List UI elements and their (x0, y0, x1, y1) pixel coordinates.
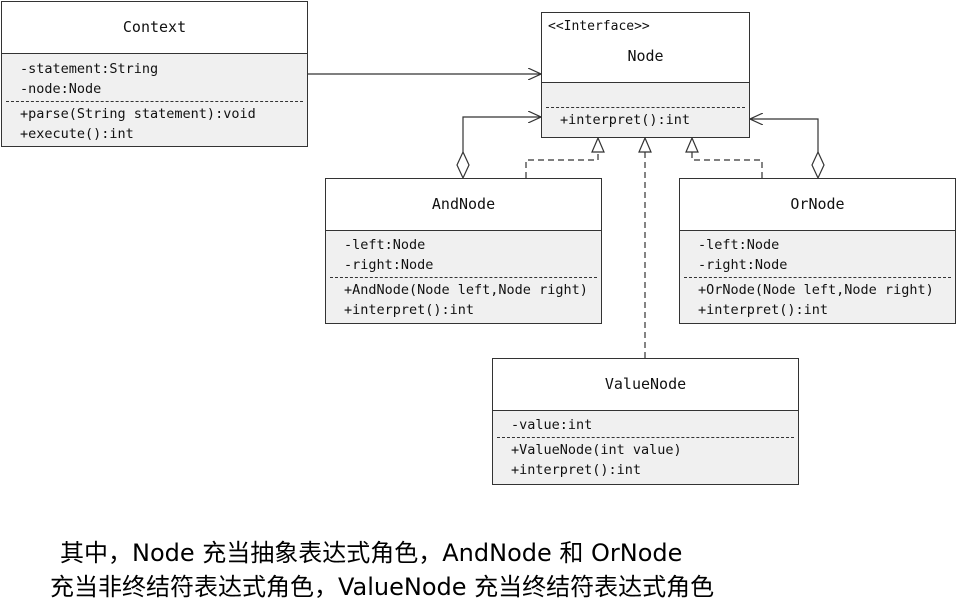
aggregation-andnode-node (456, 117, 541, 180)
class-ornode: OrNode -left:Node -right:Node +OrNode(No… (679, 178, 956, 324)
method: +OrNode(Node left,Node right) (698, 282, 934, 298)
method: +interpret():int (511, 462, 642, 478)
class-name: Node (627, 47, 664, 65)
realization-valuenode-node (638, 136, 652, 358)
class-members: -value:int +ValueNode(int value) +interp… (493, 411, 798, 484)
caption-line-2: 充当非终结符表达式角色，ValueNode 充当终结符表达式角色 (50, 573, 715, 601)
class-header: <<Interface>> Node (542, 13, 749, 83)
class-header: Context (2, 2, 307, 54)
class-header: ValueNode (493, 359, 798, 411)
compartment-divider (330, 277, 597, 278)
class-members: -left:Node -right:Node +OrNode(Node left… (680, 231, 955, 323)
compartment-divider (546, 107, 745, 108)
caption-line-1: 其中，Node 充当抽象表达式角色，AndNode 和 OrNode (60, 539, 683, 567)
realization-ornode-node (685, 136, 763, 178)
interface-node: <<Interface>> Node +interpret():int (541, 12, 750, 138)
stereotype-label: <<Interface>> (548, 19, 650, 34)
compartment-divider (497, 437, 794, 438)
class-name: OrNode (790, 195, 845, 213)
method: +interpret():int (560, 112, 691, 128)
class-members: -statement:String -node:Node +parse(Stri… (2, 54, 307, 146)
class-members: +interpret():int (542, 83, 749, 137)
method: +interpret():int (344, 302, 475, 318)
method: +interpret():int (698, 302, 829, 318)
compartment-divider (6, 101, 303, 102)
class-context: Context -statement:String -node:Node +pa… (1, 1, 308, 147)
class-andnode: AndNode -left:Node -right:Node +AndNode(… (325, 178, 602, 324)
attribute: -value:int (511, 417, 593, 433)
attribute: -right:Node (344, 257, 434, 273)
realization-andnode-node (525, 136, 605, 178)
attribute: -node:Node (20, 81, 102, 97)
method: +ValueNode(int value) (511, 442, 682, 458)
class-header: OrNode (680, 179, 955, 231)
class-name: AndNode (431, 195, 496, 213)
method: +AndNode(Node left,Node right) (344, 282, 588, 298)
attribute: -right:Node (698, 257, 788, 273)
class-header: AndNode (326, 179, 601, 231)
class-name: ValueNode (604, 375, 687, 393)
attribute: -left:Node (698, 237, 780, 253)
class-name: Context (122, 18, 187, 36)
aggregation-ornode-node (750, 119, 825, 180)
compartment-divider (684, 277, 951, 278)
class-members: -left:Node -right:Node +AndNode(Node lef… (326, 231, 601, 323)
method: +execute():int (20, 126, 134, 142)
method: +parse(String statement):void (20, 106, 256, 122)
attribute: -left:Node (344, 237, 426, 253)
attribute: -statement:String (20, 61, 159, 77)
class-valuenode: ValueNode -value:int +ValueNode(int valu… (492, 358, 799, 485)
